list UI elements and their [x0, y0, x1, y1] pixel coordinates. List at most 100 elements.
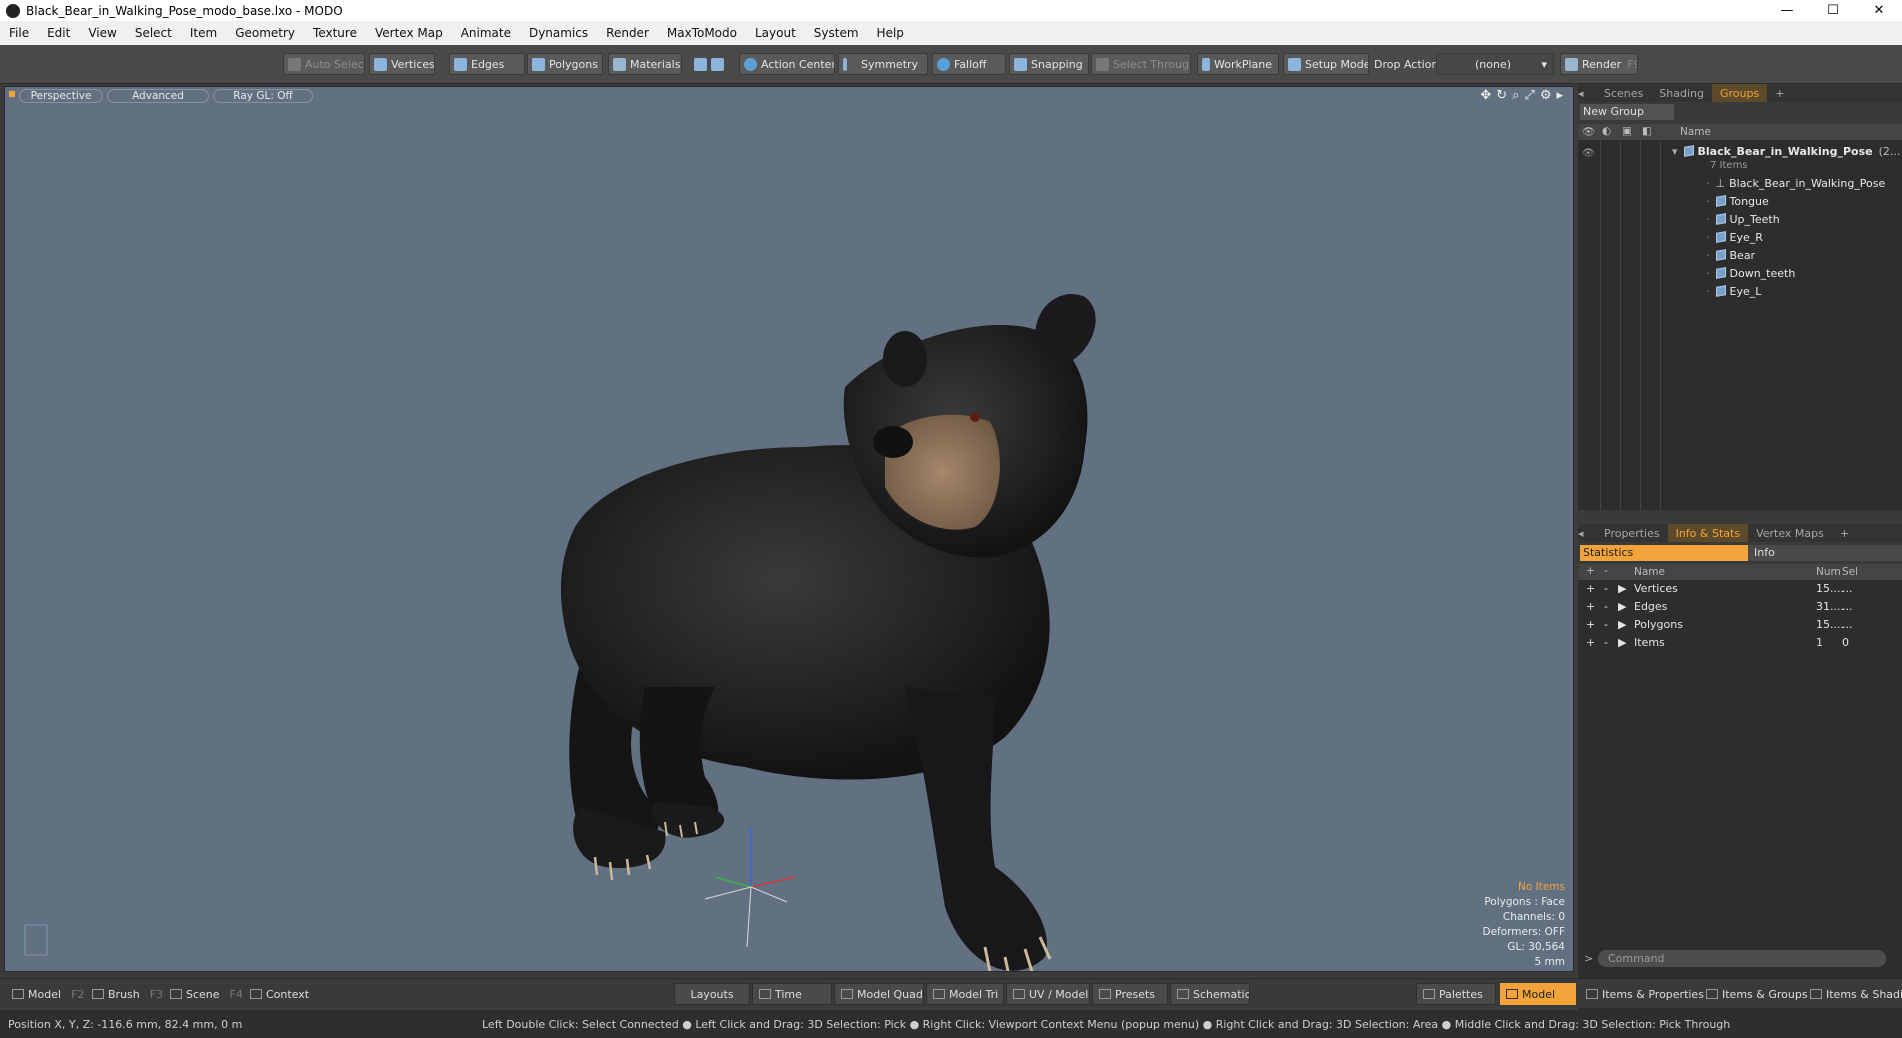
- root-group-row[interactable]: ▾ Black_Bear_in_Walking_Pose (2...: [1672, 142, 1900, 160]
- expand-icon[interactable]: +: [1586, 618, 1595, 631]
- triangle-right-icon[interactable]: ▶: [1618, 636, 1626, 649]
- grid-scale: 5 mm: [1534, 956, 1565, 968]
- tree-item-down-teeth[interactable]: · Down_teeth: [1706, 264, 1795, 282]
- context-button[interactable]: Context: [244, 983, 315, 1005]
- group-visibility-toggle[interactable]: 👁: [1582, 148, 1595, 159]
- layouts-button[interactable]: Layouts: [674, 983, 750, 1005]
- workplane-button[interactable]: WorkPlane: [1197, 53, 1279, 75]
- 3d-viewport[interactable]: Perspective Advanced Ray GL: Off ✥ ↻ ⌕ ⤢…: [4, 86, 1574, 972]
- items-shading-tab[interactable]: Items & Shading: [1804, 983, 1902, 1005]
- bear-model[interactable]: [5, 87, 1574, 972]
- polygons-button[interactable]: Polygons: [527, 53, 603, 75]
- stats-row-vertices[interactable]: + - ▶ Vertices 15.... ...: [1578, 580, 1902, 598]
- items-groups-tab[interactable]: Items & Groups: [1700, 983, 1814, 1005]
- menu-item[interactable]: Item: [181, 26, 226, 40]
- menu-vertex-map[interactable]: Vertex Map: [366, 26, 452, 40]
- info-subtab[interactable]: Info: [1748, 545, 1902, 561]
- tab-scenes[interactable]: Scenes: [1596, 84, 1651, 102]
- expand-icon[interactable]: +: [1586, 582, 1595, 595]
- menu-animate[interactable]: Animate: [452, 26, 520, 40]
- items-properties-tab[interactable]: Items & Properties: [1580, 983, 1710, 1005]
- action-center-button[interactable]: Action Center: [739, 53, 835, 75]
- vertices-button[interactable]: Vertices: [369, 53, 435, 75]
- lock-column-icon[interactable]: ▣: [1622, 125, 1632, 137]
- menu-geometry[interactable]: Geometry: [226, 26, 304, 40]
- selection-tools[interactable]: [690, 53, 730, 75]
- schematic-button[interactable]: Schematic: [1170, 983, 1250, 1005]
- tab-vertex-maps[interactable]: Vertex Maps: [1748, 524, 1832, 542]
- statistics-subtab[interactable]: Statistics: [1580, 545, 1748, 561]
- menu-file[interactable]: File: [0, 26, 38, 40]
- snapping-button[interactable]: Snapping: [1009, 53, 1089, 75]
- polygons-icon: [532, 57, 545, 71]
- select-through-button[interactable]: Select Through: [1091, 53, 1191, 75]
- add-tab-icon[interactable]: +: [1767, 84, 1792, 102]
- scene-mode-button[interactable]: Scene F4: [164, 983, 249, 1005]
- close-button[interactable]: ✕: [1856, 0, 1902, 21]
- palettes-button[interactable]: Palettes: [1416, 983, 1496, 1005]
- menu-texture[interactable]: Texture: [304, 26, 366, 40]
- time-button[interactable]: Time: [752, 983, 832, 1005]
- model-mode-button[interactable]: Model F2: [6, 983, 90, 1005]
- tree-item-eye-r[interactable]: · Eye_R: [1706, 228, 1763, 246]
- collapse-all-icon[interactable]: -: [1604, 565, 1608, 577]
- falloff-button[interactable]: Falloff: [932, 53, 1006, 75]
- context-icon: [250, 989, 262, 999]
- new-group-button[interactable]: New Group: [1580, 104, 1674, 120]
- tab-info-stats[interactable]: Info & Stats: [1667, 524, 1749, 542]
- triangle-right-icon[interactable]: ▶: [1618, 618, 1626, 631]
- tree-item-tongue[interactable]: · Tongue: [1706, 192, 1769, 210]
- menu-render[interactable]: Render: [597, 26, 658, 40]
- items-groups-icon: [1706, 989, 1718, 999]
- render-button[interactable]: RenderF9: [1560, 53, 1638, 75]
- panel-menu-icon[interactable]: ◂: [1578, 524, 1596, 542]
- tree-item-up-teeth[interactable]: · Up_Teeth: [1706, 210, 1780, 228]
- menu-maxtomodo[interactable]: MaxToModo: [658, 26, 746, 40]
- model-quad-button[interactable]: Model Quad: [834, 983, 924, 1005]
- model-tri-button[interactable]: Model Tri: [926, 983, 1004, 1005]
- menu-dynamics[interactable]: Dynamics: [520, 26, 597, 40]
- mouse-hints: Left Double Click: Select Connected ● Le…: [482, 1017, 1731, 1031]
- tree-item-bear[interactable]: · Bear: [1706, 246, 1755, 264]
- menu-view[interactable]: View: [79, 26, 125, 40]
- expand-all-icon[interactable]: +: [1586, 565, 1595, 577]
- maximize-button[interactable]: ☐: [1810, 0, 1856, 21]
- tab-shading[interactable]: Shading: [1651, 84, 1712, 102]
- tree-item-eye-l[interactable]: · Eye_L: [1706, 282, 1761, 300]
- menu-layout[interactable]: Layout: [746, 26, 805, 40]
- tab-properties[interactable]: Properties: [1596, 524, 1668, 542]
- symmetry-button[interactable]: Symmetry: [838, 53, 928, 75]
- add-tab-icon[interactable]: +: [1832, 524, 1857, 542]
- menu-edit[interactable]: Edit: [38, 26, 79, 40]
- menu-help[interactable]: Help: [868, 26, 913, 40]
- stats-row-items[interactable]: + - ▶ Items 1 0: [1578, 634, 1902, 652]
- menu-system[interactable]: System: [805, 26, 868, 40]
- mesh-icon: [1715, 285, 1726, 297]
- render-column-icon[interactable]: ◐: [1602, 125, 1611, 137]
- command-input[interactable]: Command: [1598, 950, 1886, 967]
- select-column-icon[interactable]: ◧: [1642, 125, 1652, 137]
- materials-button[interactable]: Materials: [608, 53, 682, 75]
- edges-button[interactable]: Edges: [449, 53, 525, 75]
- drop-action-dropdown[interactable]: (none) ▾: [1436, 53, 1554, 75]
- expand-icon[interactable]: +: [1586, 636, 1595, 649]
- brush-mode-button[interactable]: Brush F3: [86, 983, 169, 1005]
- model-layout-tab[interactable]: Model: [1500, 983, 1576, 1005]
- triangle-right-icon[interactable]: ▶: [1618, 582, 1626, 595]
- menu-select[interactable]: Select: [126, 26, 181, 40]
- auto-select-button[interactable]: Auto Select: [283, 53, 365, 75]
- presets-button[interactable]: Presets: [1092, 983, 1168, 1005]
- uv-model-button[interactable]: UV / Model: [1006, 983, 1090, 1005]
- visibility-column-icon[interactable]: 👁: [1582, 125, 1595, 138]
- tree-item-skeleton[interactable]: · ⊥ Black_Bear_in_Walking_Pose: [1706, 174, 1885, 192]
- triangle-right-icon[interactable]: ▶: [1618, 600, 1626, 613]
- minimize-button[interactable]: —: [1764, 0, 1810, 21]
- setup-mode-button[interactable]: Setup Mode: [1283, 53, 1369, 75]
- expand-icon[interactable]: +: [1586, 600, 1595, 613]
- panel-menu-icon[interactable]: ◂: [1578, 84, 1596, 102]
- stats-row-polygons[interactable]: + - ▶ Polygons 15.... ...: [1578, 616, 1902, 634]
- presets-icon: [1099, 989, 1111, 999]
- tab-groups[interactable]: Groups: [1711, 84, 1768, 102]
- stats-row-edges[interactable]: + - ▶ Edges 31.... ...: [1578, 598, 1902, 616]
- collapse-icon[interactable]: ▾: [1672, 145, 1678, 158]
